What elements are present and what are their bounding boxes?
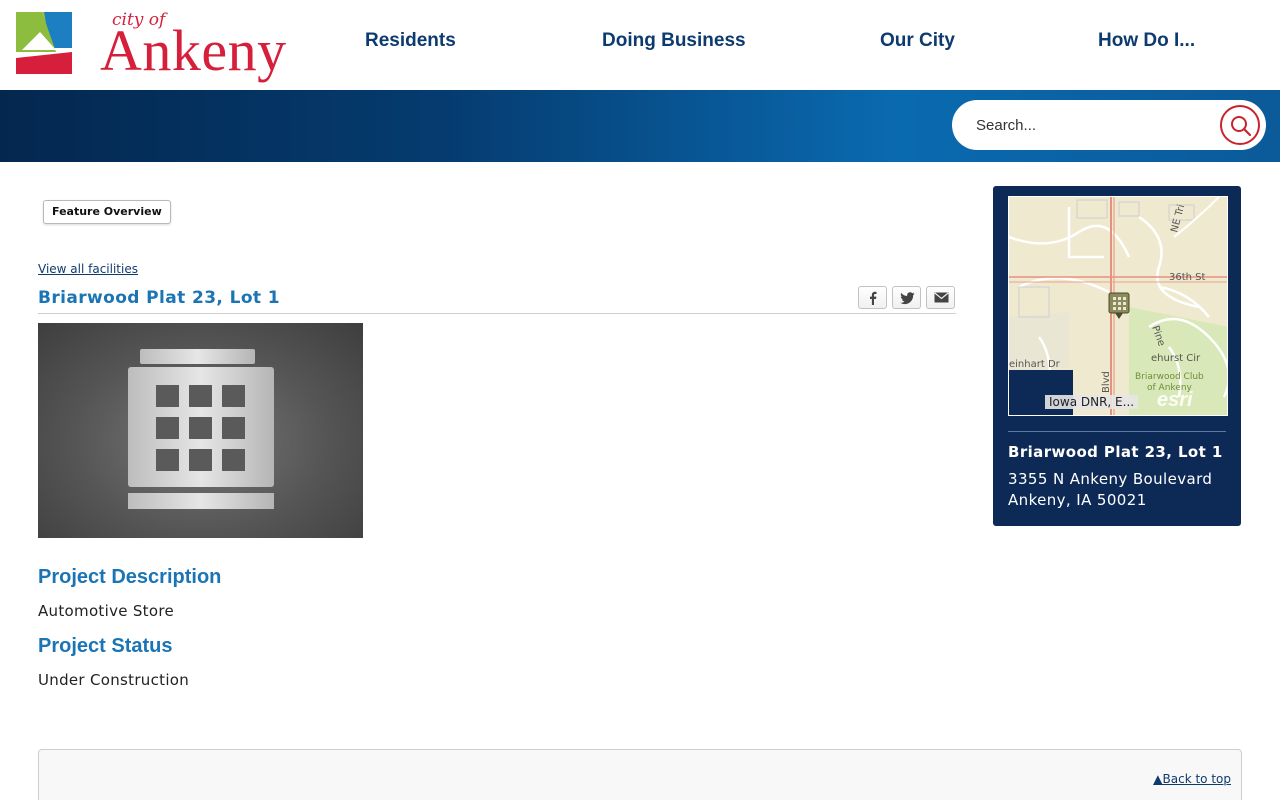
view-all-facilities-link[interactable]: View all facilities [38, 262, 138, 276]
logo-mark-icon [16, 12, 72, 74]
page-title: Briarwood Plat 23, Lot 1 [38, 288, 280, 308]
search-input[interactable] [976, 113, 1206, 137]
card-address-line1: 3355 N Ankeny Boulevard [1008, 470, 1213, 488]
card-divider [1008, 431, 1226, 432]
search-button[interactable] [1220, 105, 1260, 145]
project-description-value: Automotive Store [38, 602, 174, 620]
nav-our-city[interactable]: Our City [880, 30, 955, 52]
search-icon [1231, 116, 1252, 137]
city-logo[interactable]: city of Ankeny [16, 6, 286, 84]
twitter-icon [900, 292, 915, 305]
card-address-line2: Ankeny, IA 50021 [1008, 491, 1147, 509]
esri-logo: esri [1157, 389, 1193, 411]
map-label-reinhart: einhart Dr [1009, 359, 1061, 370]
location-card: 36th St einhart Dr ehurst Cir Blvd Pine … [993, 186, 1241, 526]
tab-feature-overview[interactable]: Feature Overview [43, 200, 171, 224]
map-label-blvd: Blvd [1101, 371, 1112, 393]
project-description-heading: Project Description [38, 566, 222, 588]
nav-how-do-i[interactable]: How Do I... [1098, 30, 1195, 52]
site-header: city of Ankeny Residents Doing Business … [0, 0, 1280, 90]
map-label-club-1: Briarwood Club [1135, 372, 1204, 382]
card-facility-title: Briarwood Plat 23, Lot 1 [1008, 443, 1223, 461]
share-facebook-button[interactable] [858, 286, 887, 309]
title-divider [38, 313, 956, 314]
back-to-top-label: Back to top [1162, 772, 1231, 786]
logo-big-text: Ankeny [100, 18, 287, 83]
facility-image [38, 323, 363, 538]
map-attribution: Iowa DNR, E... [1045, 395, 1139, 409]
header-banner [0, 90, 1280, 162]
project-status-heading: Project Status [38, 635, 173, 657]
map-label-hurst: ehurst Cir [1151, 353, 1201, 364]
back-to-top-link[interactable]: ▲Back to top [1153, 772, 1231, 786]
share-email-button[interactable] [926, 286, 955, 309]
project-status-value: Under Construction [38, 671, 190, 689]
map-graphic: 36th St einhart Dr ehurst Cir Blvd Pine … [1009, 197, 1227, 415]
email-icon [934, 292, 949, 303]
building-icon [128, 349, 274, 509]
map-label-36th: 36th St [1169, 272, 1206, 283]
search-box [952, 100, 1266, 150]
facebook-icon [870, 291, 877, 305]
footer-box: ▲Back to top [38, 749, 1242, 800]
nav-doing-business[interactable]: Doing Business [602, 30, 746, 52]
nav-residents[interactable]: Residents [365, 30, 456, 52]
location-map[interactable]: 36th St einhart Dr ehurst Cir Blvd Pine … [1008, 196, 1228, 416]
share-twitter-button[interactable] [892, 286, 921, 309]
triangle-up-icon: ▲ [1153, 772, 1163, 786]
